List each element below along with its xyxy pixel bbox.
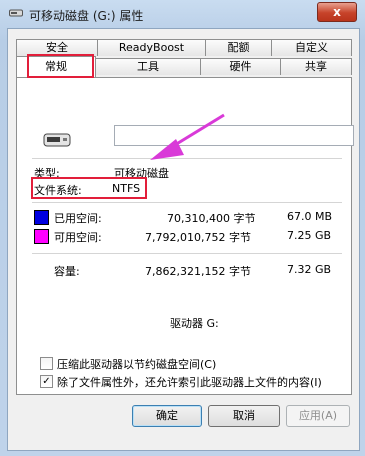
capacity-label: 容量: bbox=[54, 265, 80, 278]
window-title: 可移动磁盘 (G:) 属性 bbox=[29, 9, 144, 23]
dialog-body: 安全 ReadyBoost 配额 自定义 常规 工具 硬件 共享 类型: 可移动… bbox=[7, 28, 360, 451]
used-space-label: 已用空间: bbox=[54, 212, 102, 225]
used-space-size: 67.0 MB bbox=[287, 210, 333, 223]
separator bbox=[32, 158, 342, 159]
apply-button[interactable]: 应用(A) bbox=[286, 405, 350, 427]
separator bbox=[32, 253, 342, 254]
index-contents-checkbox[interactable]: ✓ bbox=[40, 375, 53, 388]
tab-highlight-box bbox=[27, 54, 94, 78]
free-space-label: 可用空间: bbox=[54, 231, 102, 244]
close-button[interactable]: x bbox=[317, 2, 357, 22]
capacity-bytes: 7,862,321,152 字节 bbox=[145, 265, 251, 278]
removable-drive-icon bbox=[9, 9, 23, 17]
used-space-swatch bbox=[34, 210, 49, 225]
filesystem-highlight-box bbox=[31, 177, 147, 199]
volume-label-input[interactable] bbox=[114, 125, 354, 146]
compress-drive-label[interactable]: 压缩此驱动器以节约磁盘空间(C) bbox=[57, 356, 216, 372]
tab-readyboost[interactable]: ReadyBoost bbox=[97, 39, 206, 56]
free-space-size: 7.25 GB bbox=[287, 229, 332, 242]
used-space-bytes: 70,310,400 字节 bbox=[167, 212, 256, 225]
free-space-bytes: 7,792,010,752 字节 bbox=[145, 231, 251, 244]
tab-tools[interactable]: 工具 bbox=[95, 58, 201, 75]
cancel-button[interactable]: 取消 bbox=[208, 405, 280, 427]
separator bbox=[32, 202, 342, 203]
tab-hardware[interactable]: 硬件 bbox=[200, 58, 281, 75]
free-space-swatch bbox=[34, 229, 49, 244]
title-bar[interactable]: 可移动磁盘 (G:) 属性 x bbox=[0, 0, 365, 28]
properties-window: 可移动磁盘 (G:) 属性 x 安全 ReadyBoost 配额 自定义 常规 … bbox=[0, 0, 365, 456]
tab-customize[interactable]: 自定义 bbox=[271, 39, 352, 56]
tab-sharing[interactable]: 共享 bbox=[280, 58, 352, 75]
removable-drive-icon bbox=[43, 133, 71, 147]
ok-button[interactable]: 确定 bbox=[132, 405, 202, 427]
compress-drive-checkbox[interactable] bbox=[40, 357, 53, 370]
index-contents-label[interactable]: 除了文件属性外，还允许索引此驱动器上文件的内容(I) bbox=[57, 374, 322, 390]
general-tab-panel: 类型: 可移动磁盘 文件系统: NTFS 已用空间: 70,310,400 字节… bbox=[16, 77, 354, 395]
tab-quota[interactable]: 配额 bbox=[205, 39, 272, 56]
drive-letter-label: 驱动器 G: bbox=[170, 317, 219, 330]
capacity-size: 7.32 GB bbox=[287, 263, 332, 276]
